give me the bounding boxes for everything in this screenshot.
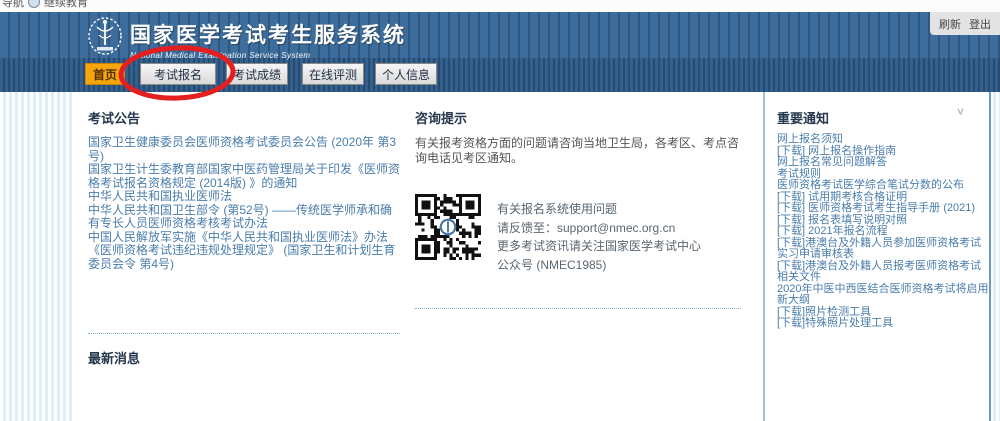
favicon-icon (28, 0, 40, 8)
tab-personal-info[interactable]: 个人信息 (375, 63, 437, 85)
qr-caption-line: 有关报名系统使用问题 (497, 200, 701, 219)
tab-online-evaluation[interactable]: 在线评测 (302, 63, 364, 85)
announcement-link[interactable]: 国家卫生健康委员会医师资格考试委员会公告 (2020年 第3号) (88, 136, 402, 163)
notice-link[interactable]: 医师资格考试医学综合笔试分数的公布 (777, 180, 992, 192)
browser-remnant-strip: 导航 继续教育 (0, 0, 1000, 12)
divider-dotted (88, 333, 400, 334)
qr-caption-line: 更多考试资讯请关注国家医学考试中心 (497, 237, 701, 256)
nmec-logo-icon (84, 15, 126, 62)
important-notices-list: 网上报名须知[下载] 网上报名操作指南网上报名常见问题解答考试规则医师资格考试医… (777, 134, 992, 330)
exam-announcements-list: 国家卫生健康委员会医师资格考试委员会公告 (2020年 第3号)国家卫生计生委教… (88, 136, 402, 271)
announcement-link[interactable]: 国家卫生计生委教育部国家中医药管理局关于印发《医师资格考试报名资格规定 (201… (88, 163, 402, 190)
notice-link[interactable]: [下载] 2021年报名流程 (777, 226, 992, 238)
announcement-link[interactable]: 中华人民共和国卫生部令 (第52号) ——传统医学师承和确有专长人员医师资格考核… (88, 204, 402, 231)
important-notices-section: 重要通知 ˅ 网上报名须知[下载] 网上报名操作指南网上报名常见问题解答考试规则… (777, 108, 992, 330)
session-panel: 刷新 登出 (930, 12, 1000, 35)
consult-section: 咨询提示 有关报考资格方面的问题请咨询当地卫生局，各考区、考点咨询电话见考区通知… (415, 108, 745, 309)
notice-link[interactable]: [下载]特殊照片处理工具 (777, 318, 992, 330)
announcement-link[interactable]: 《医师资格考试违纪违规处理规定》 (国家卫生和计划生育委员会令 第4号) (88, 244, 402, 271)
qr-row: 有关报名系统使用问题请反馈至：support@nmec.org.cn更多考试资讯… (415, 194, 745, 274)
notice-link[interactable]: [下载]港澳台及外籍人员报考医师资格考试相关文件 (777, 261, 992, 284)
divider-dotted (415, 308, 741, 309)
consult-title: 咨询提示 (415, 108, 745, 127)
announcement-link[interactable]: 中华人民共和国执业医师法 (88, 190, 402, 204)
tab-exam-registration[interactable]: 考试报名 (140, 63, 216, 85)
app-subtitle: National Medical Examination Service Sys… (130, 51, 406, 60)
bookmark-fragment[interactable]: 导航 继续教育 (2, 0, 88, 10)
important-notices-header: 重要通知 ˅ (777, 108, 992, 127)
notice-link[interactable]: [下载]港澳台及外籍人员参加医师资格考试实习申请审核表 (777, 238, 992, 261)
qr-caption-line: 请反馈至：support@nmec.org.cn (497, 219, 701, 238)
refresh-button[interactable]: 刷新 (939, 16, 961, 32)
tab-exam-results[interactable]: 考试成绩 (226, 63, 288, 85)
logout-button[interactable]: 登出 (969, 16, 991, 32)
notice-link[interactable]: 网上报名常见问题解答 (777, 157, 992, 169)
bookmark-prefix-label: 导航 (2, 0, 24, 10)
wechat-qr-code (415, 194, 481, 260)
notice-link[interactable]: [下载] 医师资格考试考生指导手册 (2021) (777, 203, 992, 215)
latest-news-title: 最新消息 (88, 348, 402, 367)
announcement-link[interactable]: 中国人民解放军实施《中华人民共和国执业医师法》办法 (88, 231, 402, 245)
consult-intro-text: 有关报考资格方面的问题请咨询当地卫生局，各考区、考点咨询电话见考区通知。 (415, 136, 745, 166)
exam-announcements-title: 考试公告 (88, 108, 402, 127)
notice-link[interactable]: 2020年中医中西医结合医师资格考试将启用新大纲 (777, 284, 992, 307)
bookmark-label: 继续教育 (44, 0, 88, 10)
content-card: 考试公告 国家卫生健康委员会医师资格考试委员会公告 (2020年 第3号)国家卫… (72, 92, 991, 421)
exam-announcements-section: 考试公告 国家卫生健康委员会医师资格考试委员会公告 (2020年 第3号)国家卫… (88, 108, 402, 367)
tab-home[interactable]: 首页 (85, 63, 125, 85)
qr-caption: 有关报名系统使用问题请反馈至：support@nmec.org.cn更多考试资讯… (497, 194, 701, 274)
app-title-block: 国家医学考试考生服务系统 National Medical Examinatio… (130, 19, 406, 60)
sidebar-divider (763, 92, 765, 421)
page: 导航 继续教育 国家医学考试考生服务系统 National Medical Ex… (0, 0, 1000, 421)
app-title: 国家医学考试考生服务系统 (130, 19, 406, 49)
notice-link[interactable]: 网上报名须知 (777, 134, 992, 146)
qr-caption-line: 公众号 (NMEC1985) (497, 256, 701, 275)
chevron-down-icon[interactable]: ˅ (957, 105, 964, 119)
